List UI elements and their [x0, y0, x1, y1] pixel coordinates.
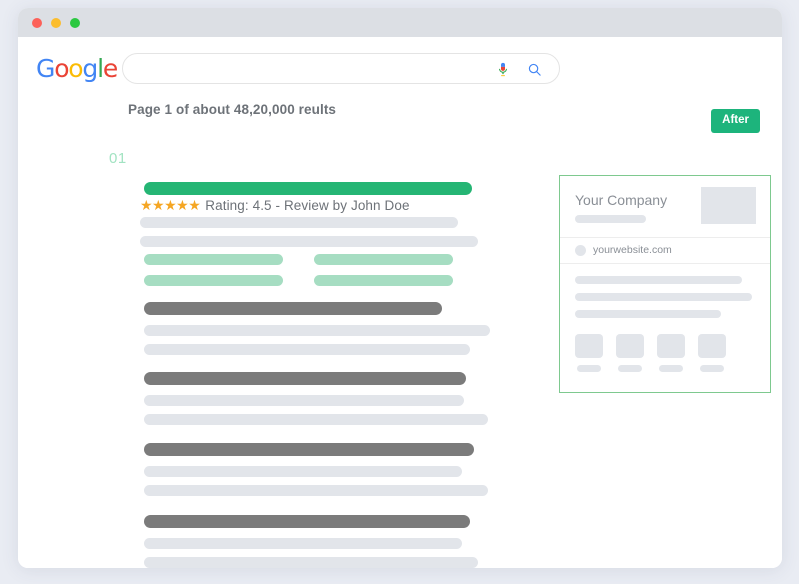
- card-tile[interactable]: [575, 334, 603, 358]
- maximize-window-button[interactable]: [70, 18, 80, 28]
- highlighted-result-title-bar[interactable]: [144, 182, 472, 195]
- result-title-bar[interactable]: [144, 302, 442, 315]
- result-snippet-line: [144, 557, 478, 568]
- result-snippet-line: [144, 485, 488, 496]
- results-list: 01 ★★★★★ Rating: 4.5 - Review by John Doe: [18, 37, 538, 568]
- card-tile-label: [618, 365, 642, 372]
- sitelink-bar[interactable]: [144, 254, 283, 265]
- sitelink-bar[interactable]: [314, 254, 453, 265]
- card-tile-label: [577, 365, 601, 372]
- card-tile-label: [659, 365, 683, 372]
- result-snippet-line: [140, 236, 478, 247]
- card-tile[interactable]: [616, 334, 644, 358]
- result-snippet-line: [144, 344, 470, 355]
- card-body-line: [575, 276, 742, 284]
- result-snippet-line: [140, 217, 458, 228]
- result-snippet-line: [144, 466, 462, 477]
- result-title-bar[interactable]: [144, 443, 474, 456]
- result-snippet-line: [144, 325, 490, 336]
- sitelink-bar[interactable]: [314, 275, 453, 286]
- result-snippet-line: [144, 414, 488, 425]
- result-title-bar[interactable]: [144, 372, 466, 385]
- result-snippet-line: [144, 538, 462, 549]
- screenshot-root: Google Page 1 of about 48,20,000 reults …: [0, 0, 799, 584]
- company-name: Your Company: [575, 192, 668, 208]
- knowledge-card-url-row[interactable]: yourwebsite.com: [560, 238, 770, 264]
- knowledge-card-body: [560, 264, 770, 394]
- after-badge-button[interactable]: After: [711, 109, 760, 133]
- card-body-line: [575, 310, 721, 318]
- result-title-bar[interactable]: [144, 515, 470, 528]
- browser-window: Google Page 1 of about 48,20,000 reults …: [18, 8, 782, 568]
- rating-review-text: Rating: 4.5 - Review by John Doe: [205, 198, 410, 213]
- result-rank-number: 01: [109, 150, 127, 167]
- sitelink-bar[interactable]: [144, 275, 283, 286]
- browser-viewport: Google Page 1 of about 48,20,000 reults …: [18, 37, 782, 568]
- company-subtitle-placeholder: [575, 215, 646, 223]
- website-url-text[interactable]: yourwebsite.com: [593, 244, 672, 256]
- close-window-button[interactable]: [32, 18, 42, 28]
- card-tile[interactable]: [698, 334, 726, 358]
- result-rating: ★★★★★ Rating: 4.5 - Review by John Doe: [140, 197, 410, 214]
- star-rating-glyphs: ★★★★★: [140, 197, 201, 213]
- card-tile-label: [700, 365, 724, 372]
- card-body-line: [575, 293, 752, 301]
- knowledge-panel-card: Your Company yourwebsite.com: [559, 175, 771, 393]
- window-titlebar[interactable]: [18, 8, 782, 37]
- minimize-window-button[interactable]: [51, 18, 61, 28]
- result-snippet-line: [144, 395, 464, 406]
- globe-favicon-icon: [575, 245, 586, 256]
- card-tile[interactable]: [657, 334, 685, 358]
- company-image-placeholder: [701, 187, 756, 224]
- knowledge-card-header: Your Company: [560, 176, 770, 238]
